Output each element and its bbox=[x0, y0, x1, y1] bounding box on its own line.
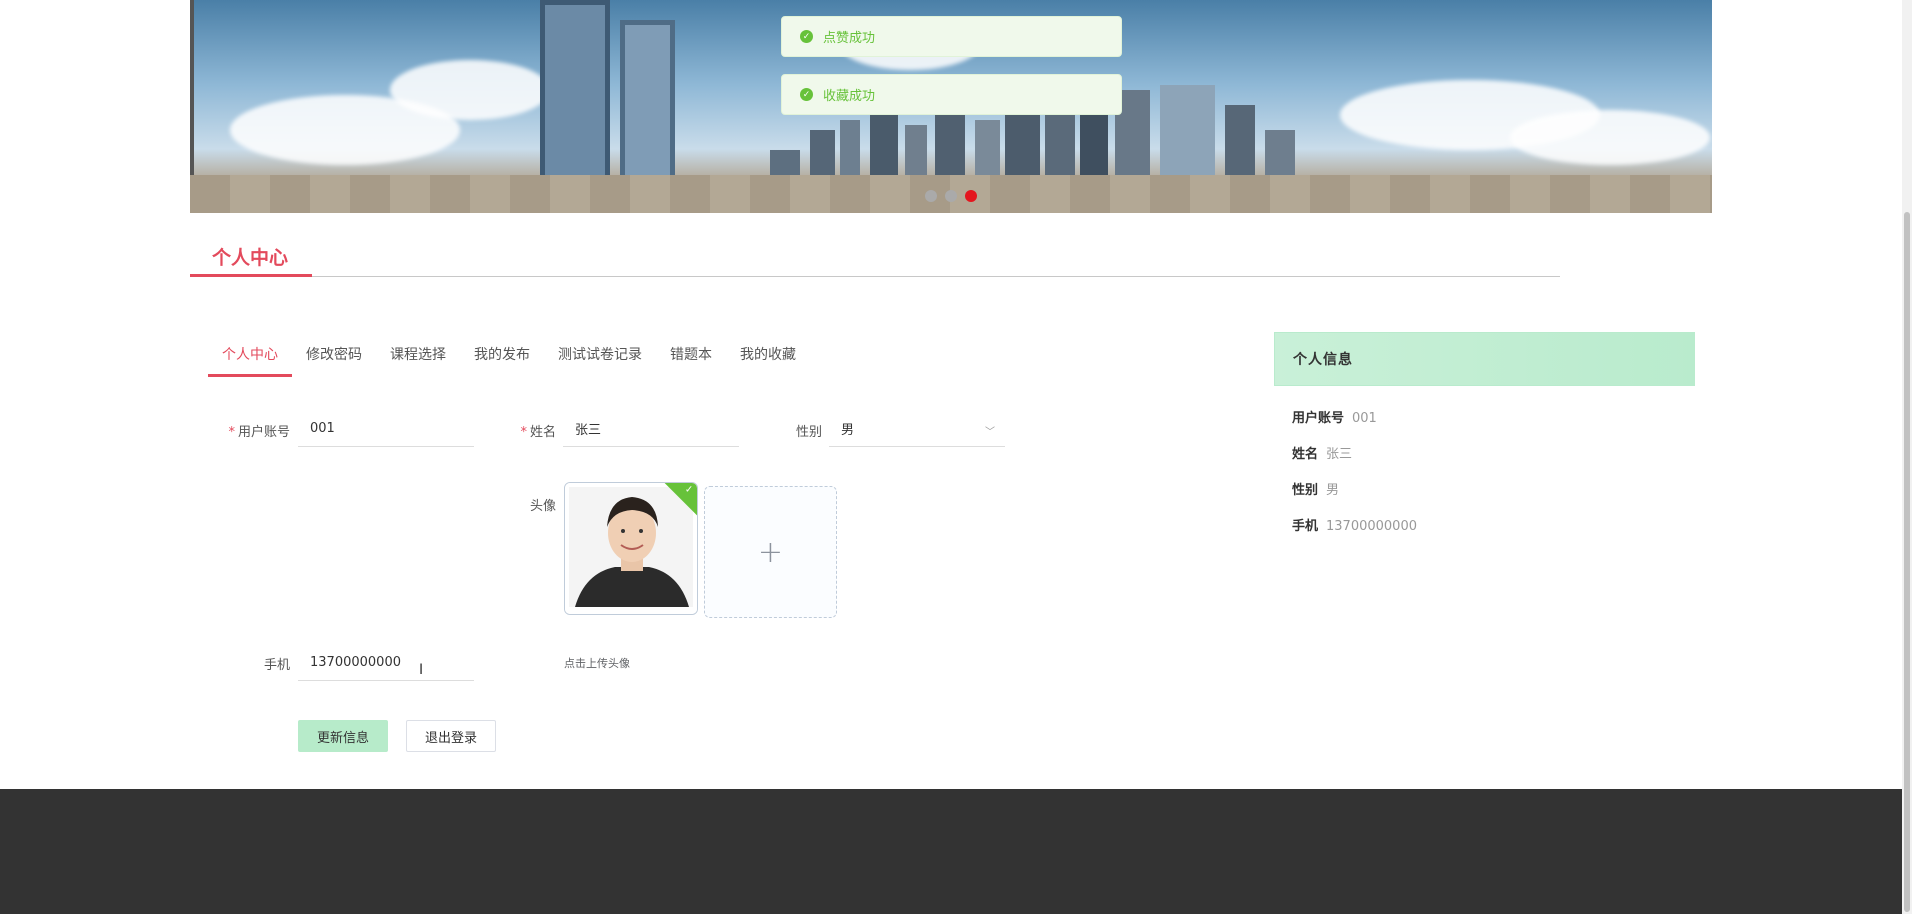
name-input[interactable]: 张三 bbox=[563, 411, 739, 447]
gender-label: 性别 bbox=[795, 425, 822, 440]
check-circle-icon: ✓ bbox=[800, 88, 813, 101]
tab-my-favorites[interactable]: 我的收藏 bbox=[726, 340, 810, 374]
cloud bbox=[1510, 110, 1710, 165]
info-value: 男 bbox=[1326, 483, 1340, 498]
tab-personal-center[interactable]: 个人中心 bbox=[208, 340, 292, 377]
upload-hint: 点击上传头像 bbox=[564, 657, 630, 670]
carousel-dot-2[interactable] bbox=[945, 190, 957, 202]
page-scrollbar[interactable] bbox=[1902, 0, 1912, 914]
name-label-text: 姓名 bbox=[529, 425, 556, 440]
required-mark: * bbox=[228, 425, 235, 440]
plus-icon: + bbox=[757, 534, 784, 570]
page-title: 个人中心 bbox=[212, 247, 289, 269]
profile-tabs: 个人中心 修改密码 课程选择 我的发布 测试试卷记录 错题本 我的收藏 bbox=[208, 340, 810, 377]
info-key: 手机 bbox=[1292, 519, 1319, 534]
info-row-gender: 性别男 bbox=[1292, 479, 1339, 498]
title-underline bbox=[190, 274, 312, 277]
tab-course-selection[interactable]: 课程选择 bbox=[376, 340, 460, 374]
logout-button[interactable]: 退出登录 bbox=[406, 720, 496, 752]
info-row-account: 用户账号 001 bbox=[1292, 407, 1377, 426]
update-info-button[interactable]: 更新信息 bbox=[298, 720, 388, 752]
toast-like-success: ✓ 点赞成功 bbox=[781, 16, 1122, 57]
account-input[interactable]: 001 bbox=[298, 411, 474, 447]
gender-select[interactable]: 男 ﹀ bbox=[829, 411, 1005, 447]
info-value: 张三 bbox=[1326, 447, 1353, 462]
name-label: * 姓名 bbox=[500, 421, 556, 440]
avatar-upload-button[interactable]: + bbox=[704, 486, 837, 618]
carousel-dot-3[interactable] bbox=[965, 190, 977, 202]
tab-change-password[interactable]: 修改密码 bbox=[292, 340, 376, 374]
page-footer bbox=[0, 789, 1902, 914]
personal-info-panel: 个人信息 用户账号 001 姓名 张三 性别男 手机 13700000000 bbox=[1274, 332, 1695, 534]
cloud bbox=[390, 60, 550, 120]
avatar-photo bbox=[565, 483, 697, 614]
info-value: 13700000000 bbox=[1326, 519, 1417, 534]
carousel-dot-1[interactable] bbox=[925, 190, 937, 202]
tab-wrong-questions[interactable]: 错题本 bbox=[656, 340, 726, 374]
text-cursor-icon: I bbox=[419, 662, 424, 678]
tab-exam-records[interactable]: 测试试卷记录 bbox=[544, 340, 656, 374]
info-row-phone: 手机 13700000000 bbox=[1292, 515, 1417, 534]
avatar-label: 头像 bbox=[529, 499, 556, 514]
phone-label: 手机 bbox=[263, 658, 290, 673]
info-row-name: 姓名 张三 bbox=[1292, 443, 1352, 462]
gender-select-value: 男 bbox=[841, 423, 855, 438]
required-mark: * bbox=[520, 425, 527, 440]
scrollbar-thumb[interactable] bbox=[1904, 212, 1910, 912]
check-circle-icon: ✓ bbox=[800, 30, 813, 43]
toast-text: 点赞成功 bbox=[823, 31, 876, 46]
toast-favorite-success: ✓ 收藏成功 bbox=[781, 74, 1122, 115]
info-panel-title: 个人信息 bbox=[1274, 332, 1695, 386]
info-key: 用户账号 bbox=[1292, 411, 1345, 426]
tab-my-posts[interactable]: 我的发布 bbox=[460, 340, 544, 374]
account-label: * 用户账号 bbox=[210, 421, 290, 440]
check-icon: ✓ bbox=[684, 484, 694, 496]
info-key: 姓名 bbox=[1292, 447, 1319, 462]
toast-text: 收藏成功 bbox=[823, 89, 876, 104]
info-value: 001 bbox=[1352, 411, 1377, 426]
carousel-indicators bbox=[925, 190, 977, 202]
avatar-thumbnail[interactable]: ✓ bbox=[564, 482, 698, 615]
info-key: 性别 bbox=[1292, 483, 1319, 498]
divider bbox=[190, 276, 1560, 277]
chevron-down-icon: ﹀ bbox=[985, 427, 995, 438]
phone-input[interactable]: 13700000000 bbox=[298, 645, 474, 681]
account-label-text: 用户账号 bbox=[237, 425, 290, 440]
